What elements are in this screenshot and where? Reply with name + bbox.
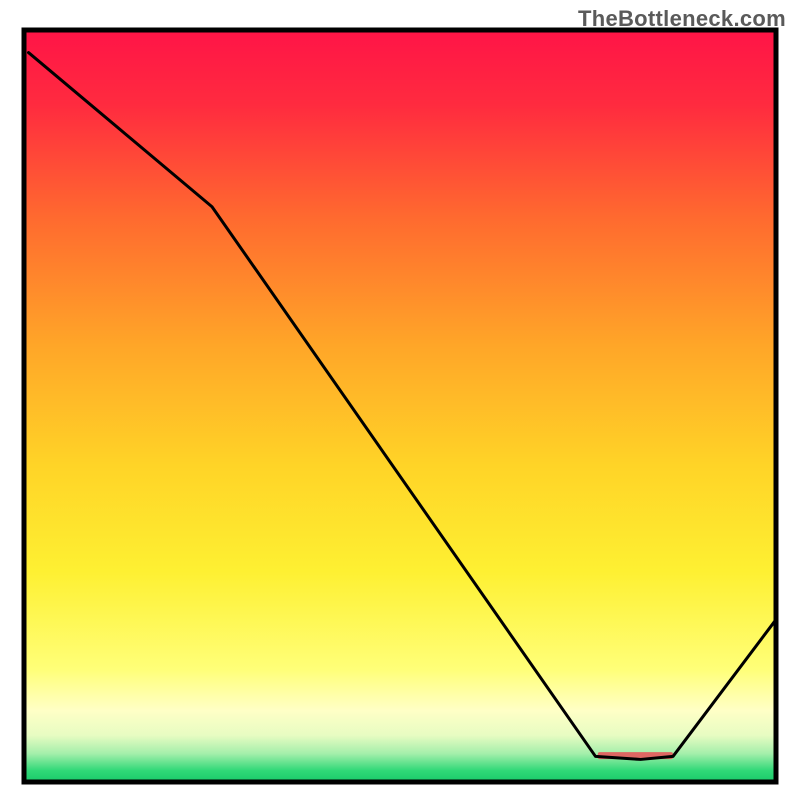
- bottleneck-chart: [0, 0, 800, 800]
- chart-root: TheBottleneck.com: [0, 0, 800, 800]
- watermark-text: TheBottleneck.com: [578, 6, 786, 32]
